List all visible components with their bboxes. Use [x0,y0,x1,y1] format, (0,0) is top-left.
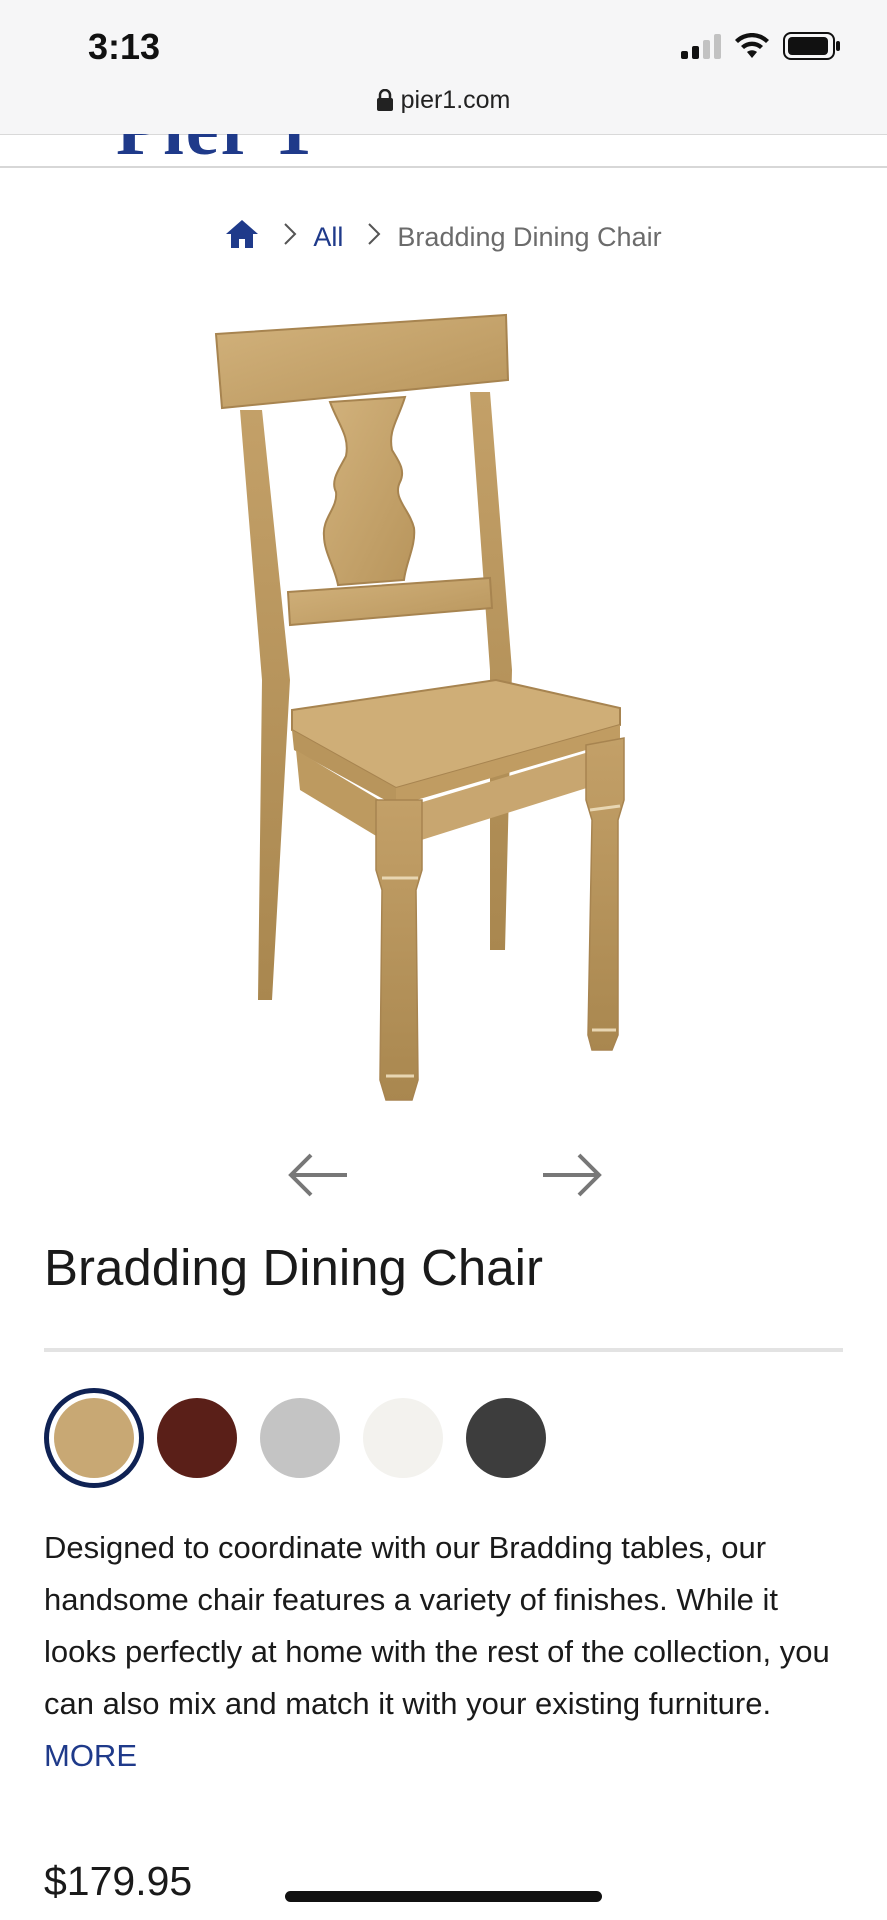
swatch-natural[interactable] [44,1388,144,1488]
arrow-left-icon [288,1153,347,1197]
address-bar[interactable]: pier1.com [0,86,887,118]
battery-icon [783,32,841,60]
product-image[interactable] [200,300,700,1120]
chevron-right-icon [283,222,297,253]
status-time: 3:13 [88,26,161,67]
site-header: Pier 1 [0,134,887,168]
swatch-white[interactable] [363,1398,443,1478]
chevron-right-icon [367,222,381,253]
swatch-gray[interactable] [260,1398,340,1478]
swatch-black[interactable] [466,1398,546,1478]
breadcrumb: All Bradding Dining Chair [0,218,887,257]
home-indicator[interactable] [285,1891,602,1902]
arrow-right-icon [543,1153,602,1197]
previous-image-button[interactable] [283,1150,353,1200]
wifi-icon [735,33,769,59]
status-icons [681,32,841,60]
description-text: Designed to coordinate with our Bradding… [44,1530,830,1721]
more-link[interactable]: MORE [44,1738,137,1773]
site-logo[interactable]: Pier 1 [116,134,314,166]
browser-status-bar: 3:13 pier1.com [0,0,887,135]
url-text: pier1.com [400,86,511,114]
lock-icon [376,88,393,118]
home-icon[interactable] [225,218,259,257]
product-title: Bradding Dining Chair [44,1239,543,1296]
product-description: Designed to coordinate with our Bradding… [44,1522,844,1782]
product-price: $179.95 [44,1858,193,1904]
cellular-signal-icon [681,33,721,59]
swatch-mahogany[interactable] [157,1398,237,1478]
breadcrumb-all-link[interactable]: All [313,222,343,253]
divider [44,1348,843,1352]
next-image-button[interactable] [537,1150,607,1200]
breadcrumb-current: Bradding Dining Chair [397,222,662,252]
